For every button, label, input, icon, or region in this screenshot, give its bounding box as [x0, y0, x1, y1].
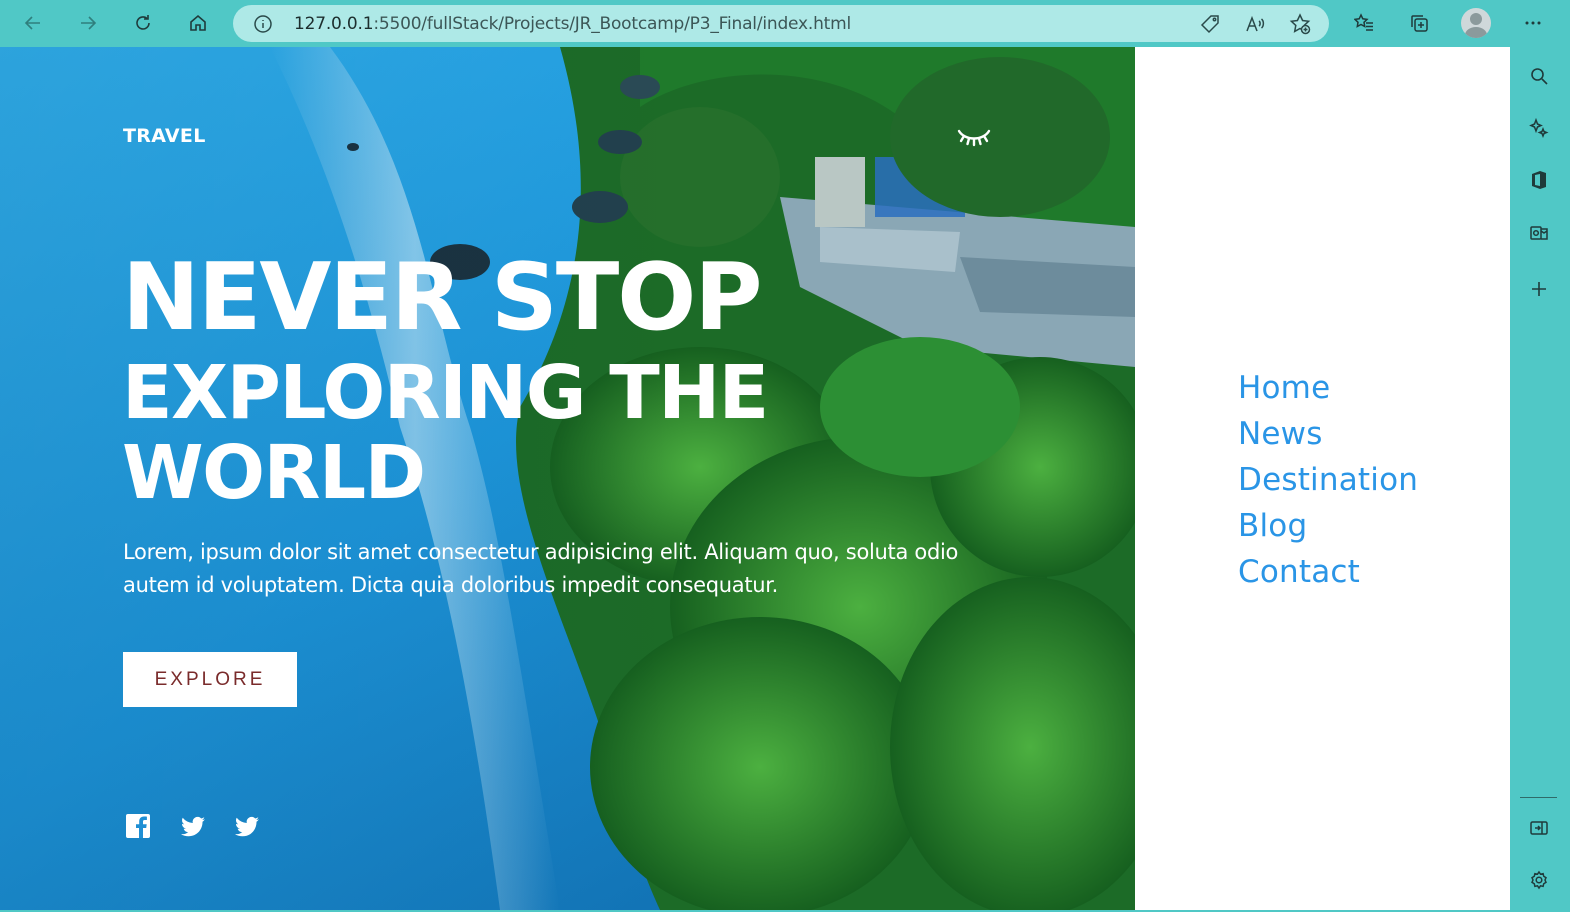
sidebar-divider [1520, 797, 1557, 798]
nav-link-destination[interactable]: Destination [1238, 457, 1418, 503]
profile-icon[interactable] [1461, 8, 1491, 38]
headline-line-3: WORLD [122, 430, 426, 516]
read-aloud-icon[interactable] [1244, 13, 1266, 35]
headline-line-2: EXPLORING THE [122, 350, 769, 436]
favorites-icon[interactable] [1347, 6, 1381, 40]
refresh-icon[interactable] [126, 6, 160, 40]
twitter-icon[interactable] [233, 812, 261, 840]
brand-logo[interactable]: TRAVEL [123, 125, 206, 147]
nav-link-blog[interactable]: Blog [1238, 503, 1418, 549]
search-icon[interactable] [1526, 63, 1552, 89]
facebook-icon[interactable] [124, 812, 152, 840]
settings-icon[interactable] [1526, 867, 1552, 893]
more-icon[interactable] [1516, 6, 1550, 40]
url-path: :5500/fullStack/Projects/JR_Bootcamp/P3_… [373, 14, 851, 34]
browser-toolbar: 127.0.0.1:5500/fullStack/Projects/JR_Boo… [0, 0, 1570, 47]
nav-link-home[interactable]: Home [1238, 365, 1418, 411]
outlook-icon[interactable] [1526, 220, 1552, 246]
add-icon[interactable] [1526, 276, 1552, 302]
split-screen-icon[interactable] [1526, 815, 1552, 841]
nav-link-contact[interactable]: Contact [1238, 549, 1418, 595]
info-icon[interactable] [253, 14, 273, 34]
copilot-icon[interactable] [1526, 115, 1552, 141]
hero-headline: NEVER STOP EXPLORING THE WORLD [122, 243, 769, 516]
home-icon[interactable] [181, 6, 215, 40]
back-icon[interactable] [16, 6, 50, 40]
add-favorite-icon[interactable] [1289, 13, 1311, 35]
forward-icon[interactable] [71, 6, 105, 40]
nav-link-news[interactable]: News [1238, 411, 1418, 457]
menu-toggle-icon[interactable] [955, 123, 993, 149]
explore-button[interactable]: EXPLORE [123, 652, 297, 707]
collections-icon[interactable] [1402, 6, 1436, 40]
side-navigation: Home News Destination Blog Contact [1238, 365, 1418, 595]
url-host: 127.0.0.1 [294, 14, 374, 34]
page-viewport: TRAVEL NEVER STOP EXPLORING THE WORLD Lo… [0, 47, 1510, 910]
address-bar[interactable]: 127.0.0.1:5500/fullStack/Projects/JR_Boo… [233, 5, 1329, 42]
headline-line-1: NEVER STOP [122, 243, 762, 351]
twitter-icon[interactable] [179, 812, 207, 840]
browser-sidebar [1510, 47, 1570, 912]
url-text[interactable]: 127.0.0.1:5500/fullStack/Projects/JR_Boo… [294, 14, 851, 34]
hero-section: TRAVEL NEVER STOP EXPLORING THE WORLD Lo… [0, 47, 1135, 910]
tag-icon[interactable] [1199, 13, 1221, 35]
hero-description: Lorem, ipsum dolor sit amet consectetur … [123, 540, 959, 597]
office-icon[interactable] [1526, 167, 1552, 193]
